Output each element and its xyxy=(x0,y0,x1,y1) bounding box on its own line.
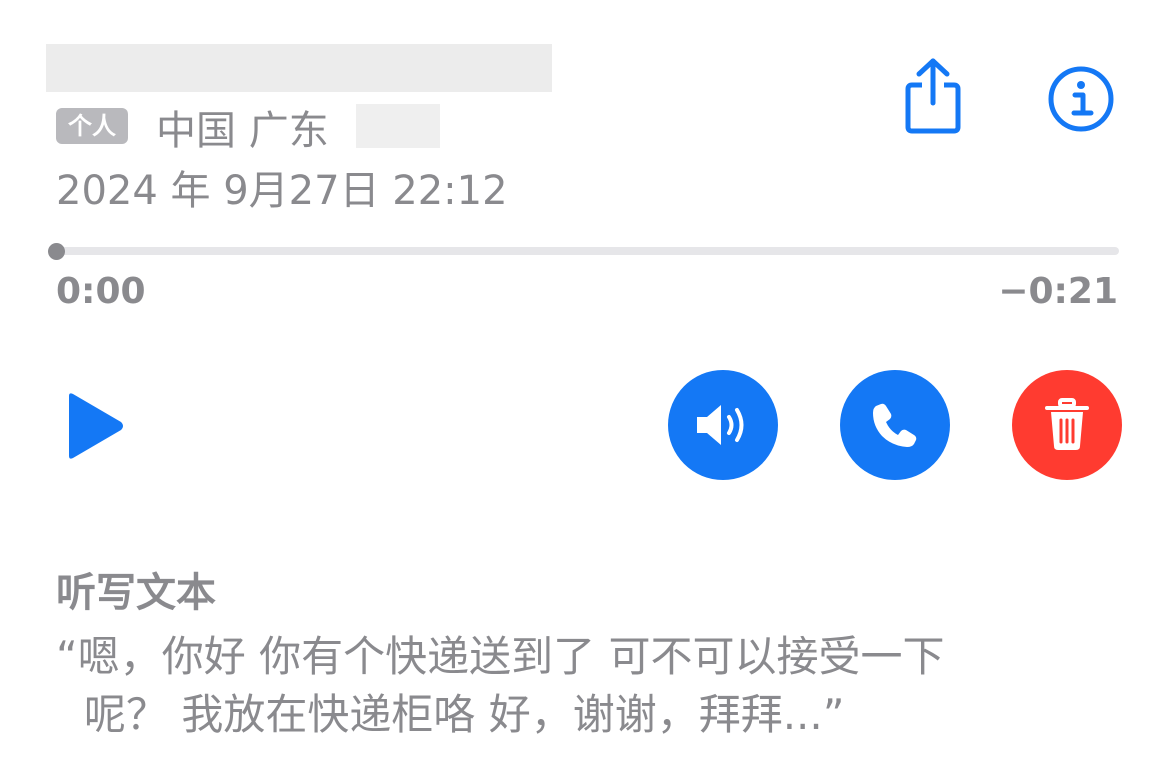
caller-location: 中国 广东 xyxy=(156,108,329,154)
playback-scrubber[interactable] xyxy=(56,247,1119,255)
share-button[interactable] xyxy=(898,56,968,136)
call-back-button[interactable] xyxy=(840,370,950,480)
transcript-line-2: 呢？ 我放在快递柜咯 好，谢谢，拜拜...” xyxy=(84,690,845,739)
delete-button[interactable] xyxy=(1012,370,1122,480)
redacted-caller-name xyxy=(46,44,552,92)
category-badge: 个人 xyxy=(56,108,128,144)
call-datetime: 2024 年 9月27日 22:12 xyxy=(56,168,508,214)
transcript-text: “嗯，你好 你有个快递送到了 可不可以接受一下 呢？ 我放在快递柜咯 好，谢谢，… xyxy=(56,628,1146,744)
info-button[interactable] xyxy=(1046,64,1116,134)
speaker-icon xyxy=(697,405,744,445)
phone-icon xyxy=(873,403,917,447)
trash-icon xyxy=(1045,398,1089,450)
play-icon xyxy=(69,393,123,459)
scrubber-thumb[interactable] xyxy=(48,243,65,260)
speaker-button[interactable] xyxy=(668,370,778,480)
play-button[interactable] xyxy=(58,388,130,464)
remaining-time: −0:21 xyxy=(998,271,1118,312)
transcript-line-1: “嗯，你好 你有个快递送到了 可不可以接受一下 xyxy=(56,632,945,681)
voicemail-detail: 个人 中国 广东 2024 年 9月27日 22:12 0:00 −0:21 听… xyxy=(0,0,1170,783)
elapsed-time: 0:00 xyxy=(56,271,146,312)
share-icon xyxy=(905,58,961,134)
info-icon xyxy=(1048,66,1114,132)
redacted-city xyxy=(356,104,440,148)
transcript-title: 听写文本 xyxy=(56,570,216,616)
